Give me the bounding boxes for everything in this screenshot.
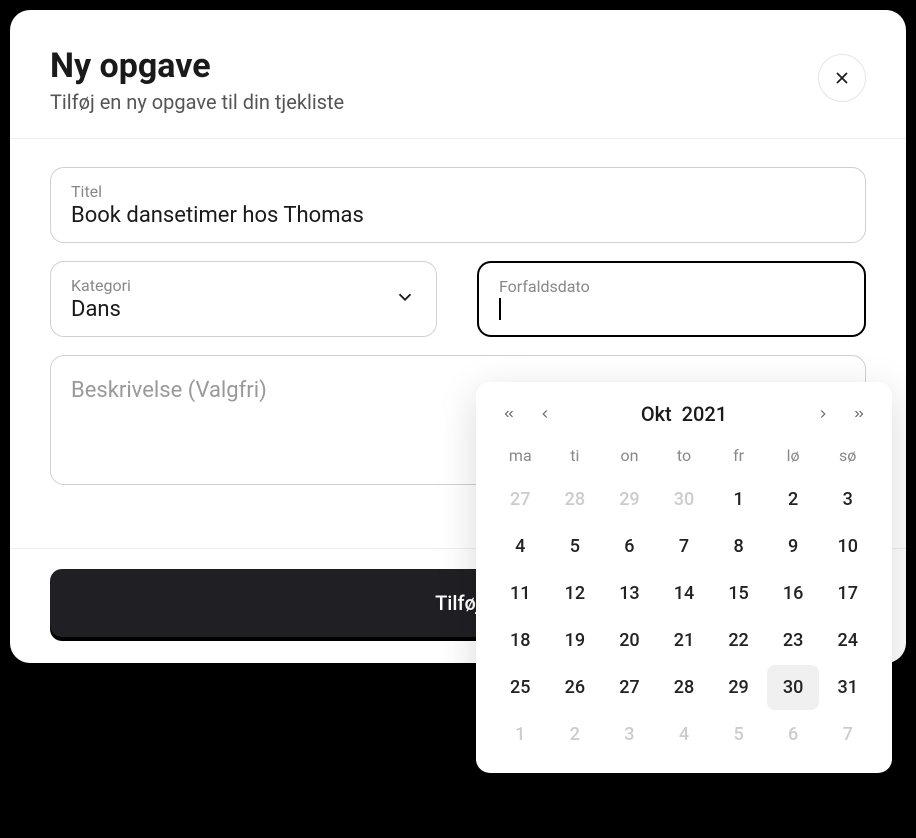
datepicker-grid: mationtofrløsø27282930123456789101112131… bbox=[494, 436, 874, 757]
calendar-day[interactable]: 29 bbox=[603, 477, 656, 522]
day-of-week-header: on bbox=[603, 436, 656, 475]
calendar-day[interactable]: 22 bbox=[712, 618, 765, 663]
calendar-day[interactable]: 12 bbox=[549, 571, 602, 616]
calendar-day[interactable]: 2 bbox=[767, 477, 820, 522]
chevron-right-icon bbox=[816, 407, 830, 421]
calendar-day[interactable]: 17 bbox=[821, 571, 874, 616]
day-of-week-header: ti bbox=[549, 436, 602, 475]
calendar-day[interactable]: 15 bbox=[712, 571, 765, 616]
calendar-day[interactable]: 27 bbox=[603, 665, 656, 710]
calendar-day[interactable]: 6 bbox=[603, 524, 656, 569]
day-of-week-header: lø bbox=[767, 436, 820, 475]
calendar-day[interactable]: 29 bbox=[712, 665, 765, 710]
calendar-day[interactable]: 27 bbox=[494, 477, 547, 522]
next-month-button[interactable] bbox=[814, 405, 832, 423]
prev-month-button[interactable] bbox=[536, 405, 554, 423]
description-placeholder: Beskrivelse (Valgfri) bbox=[71, 378, 267, 403]
calendar-day[interactable]: 21 bbox=[658, 618, 711, 663]
calendar-day[interactable]: 25 bbox=[494, 665, 547, 710]
calendar-day[interactable]: 30 bbox=[767, 665, 820, 710]
calendar-day[interactable]: 30 bbox=[658, 477, 711, 522]
calendar-day[interactable]: 13 bbox=[603, 571, 656, 616]
next-year-button[interactable] bbox=[850, 405, 868, 423]
day-of-week-header: sø bbox=[821, 436, 874, 475]
calendar-day[interactable]: 3 bbox=[603, 712, 656, 757]
text-cursor bbox=[499, 298, 501, 320]
calendar-day[interactable]: 2 bbox=[549, 712, 602, 757]
chevron-double-right-icon bbox=[852, 407, 866, 421]
calendar-day[interactable]: 5 bbox=[549, 524, 602, 569]
day-of-week-header: fr bbox=[712, 436, 765, 475]
calendar-day[interactable]: 20 bbox=[603, 618, 656, 663]
modal-title: Ny opgave bbox=[50, 46, 344, 86]
title-input[interactable] bbox=[71, 203, 845, 228]
calendar-day[interactable]: 14 bbox=[658, 571, 711, 616]
calendar-day[interactable]: 11 bbox=[494, 571, 547, 616]
calendar-day[interactable]: 16 bbox=[767, 571, 820, 616]
chevron-left-icon bbox=[538, 407, 552, 421]
due-date-label: Forfaldsdato bbox=[499, 277, 844, 296]
calendar-day[interactable]: 4 bbox=[658, 712, 711, 757]
calendar-day[interactable]: 3 bbox=[821, 477, 874, 522]
calendar-day[interactable]: 9 bbox=[767, 524, 820, 569]
calendar-day[interactable]: 28 bbox=[549, 477, 602, 522]
close-button[interactable] bbox=[818, 54, 866, 102]
category-value: Dans bbox=[71, 297, 416, 322]
chevron-double-left-icon bbox=[502, 407, 516, 421]
modal-subtitle: Tilføj en ny opgave til din tjekliste bbox=[50, 90, 344, 114]
category-label: Kategori bbox=[71, 276, 416, 295]
calendar-day[interactable]: 4 bbox=[494, 524, 547, 569]
calendar-day[interactable]: 1 bbox=[712, 477, 765, 522]
calendar-day[interactable]: 28 bbox=[658, 665, 711, 710]
day-of-week-header: ma bbox=[494, 436, 547, 475]
calendar-day[interactable]: 6 bbox=[767, 712, 820, 757]
prev-year-button[interactable] bbox=[500, 405, 518, 423]
category-field[interactable]: Kategori Dans bbox=[50, 261, 437, 337]
calendar-day[interactable]: 23 bbox=[767, 618, 820, 663]
calendar-day[interactable]: 18 bbox=[494, 618, 547, 663]
calendar-day[interactable]: 31 bbox=[821, 665, 874, 710]
calendar-day[interactable]: 8 bbox=[712, 524, 765, 569]
calendar-day[interactable]: 1 bbox=[494, 712, 547, 757]
title-field[interactable]: Titel bbox=[50, 167, 866, 243]
datepicker-header: Okt 2021 bbox=[494, 402, 874, 436]
chevron-down-icon bbox=[394, 286, 416, 312]
modal-header: Ny opgave Tilføj en ny opgave til din tj… bbox=[10, 10, 906, 138]
calendar-day[interactable]: 10 bbox=[821, 524, 874, 569]
datepicker-month-year[interactable]: Okt 2021 bbox=[641, 402, 727, 426]
calendar-day[interactable]: 19 bbox=[549, 618, 602, 663]
day-of-week-header: to bbox=[658, 436, 711, 475]
calendar-day[interactable]: 5 bbox=[712, 712, 765, 757]
calendar-day[interactable]: 7 bbox=[821, 712, 874, 757]
calendar-day[interactable]: 7 bbox=[658, 524, 711, 569]
due-date-field[interactable]: Forfaldsdato bbox=[477, 261, 866, 337]
due-date-input[interactable] bbox=[499, 298, 844, 320]
calendar-day[interactable]: 24 bbox=[821, 618, 874, 663]
datepicker-popover: Okt 2021 mationtofrløsø27282930123456789… bbox=[476, 382, 892, 773]
close-icon bbox=[832, 68, 852, 88]
title-label: Titel bbox=[71, 182, 845, 201]
calendar-day[interactable]: 26 bbox=[549, 665, 602, 710]
